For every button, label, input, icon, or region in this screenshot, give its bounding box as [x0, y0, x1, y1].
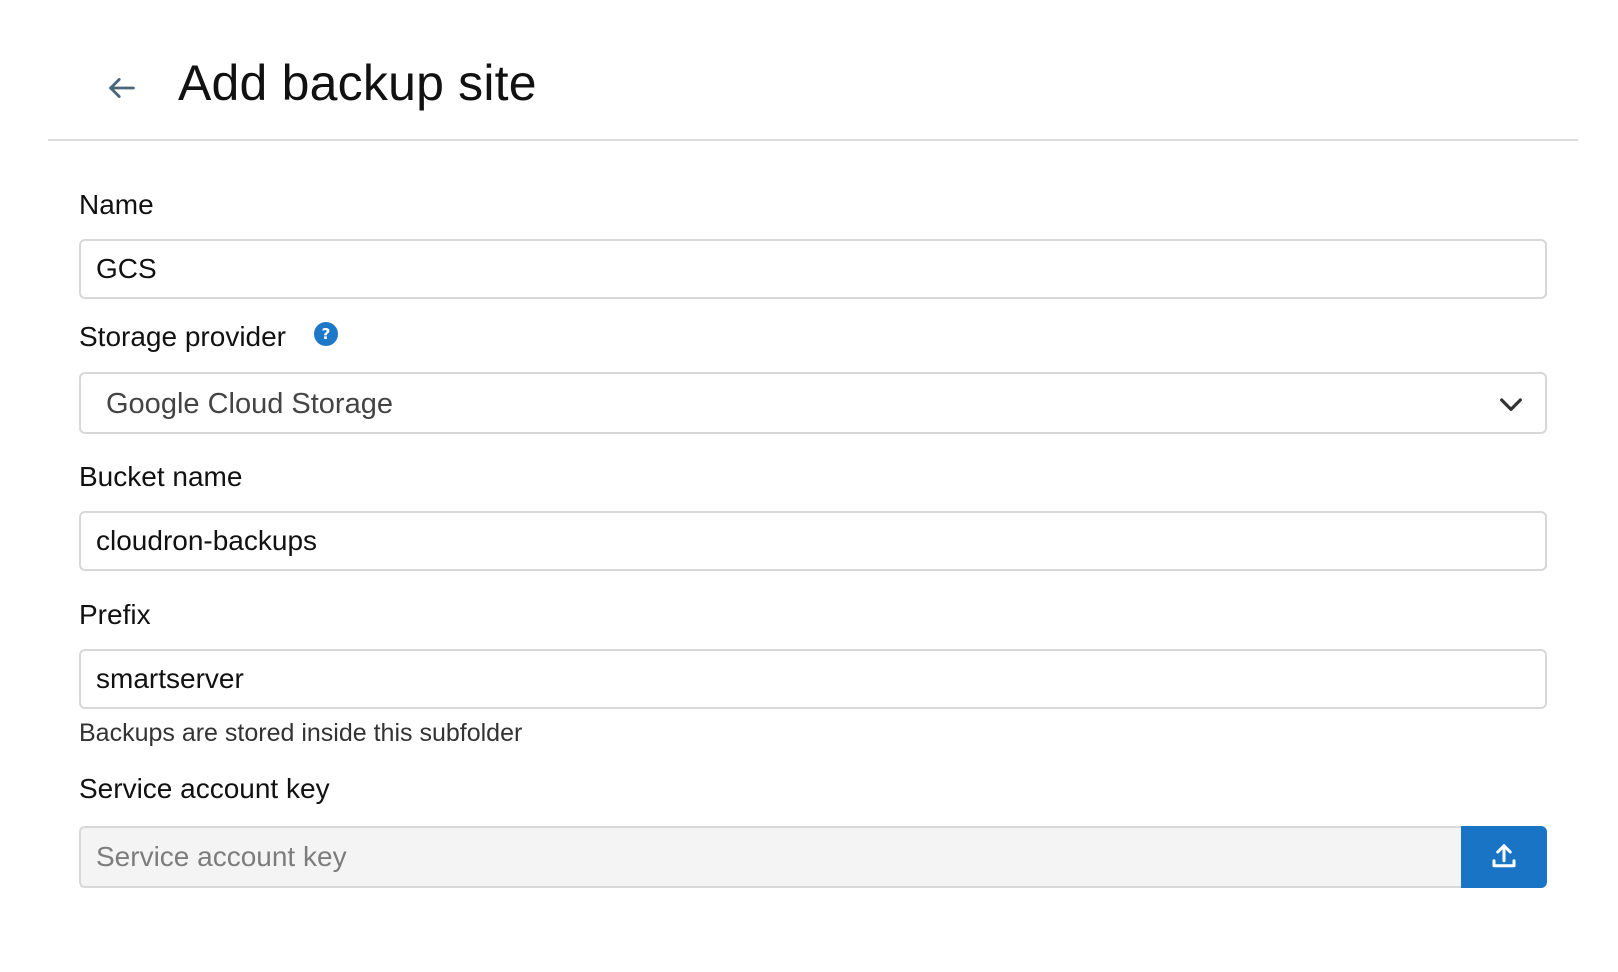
back-button[interactable] [98, 64, 146, 112]
add-backup-site-page: Add backup site Name Storage provider ? … [0, 0, 1618, 972]
upload-icon [1492, 844, 1516, 868]
page-title: Add backup site [178, 55, 537, 111]
prefix-input[interactable] [79, 649, 1547, 709]
prefix-label: Prefix [79, 599, 151, 630]
service-account-key-label: Service account key [79, 773, 330, 804]
bucket-name-input[interactable] [79, 511, 1547, 571]
service-account-key-input[interactable] [79, 826, 1461, 888]
name-label: Name [79, 189, 154, 220]
page-header: Add backup site [48, 40, 1578, 141]
arrow-left-icon [109, 78, 135, 98]
storage-provider-select[interactable]: Google Cloud Storage [79, 372, 1547, 434]
prefix-helper-text: Backups are stored inside this subfolder [79, 719, 523, 747]
upload-key-button[interactable] [1461, 826, 1547, 888]
storage-provider-label: Storage provider [79, 321, 287, 352]
bucket-name-label: Bucket name [79, 461, 243, 492]
question-circle-icon[interactable]: ? [314, 322, 338, 346]
name-input[interactable] [79, 239, 1547, 299]
chevron-down-icon [1500, 398, 1522, 411]
storage-provider-selected-value: Google Cloud Storage [106, 388, 393, 420]
